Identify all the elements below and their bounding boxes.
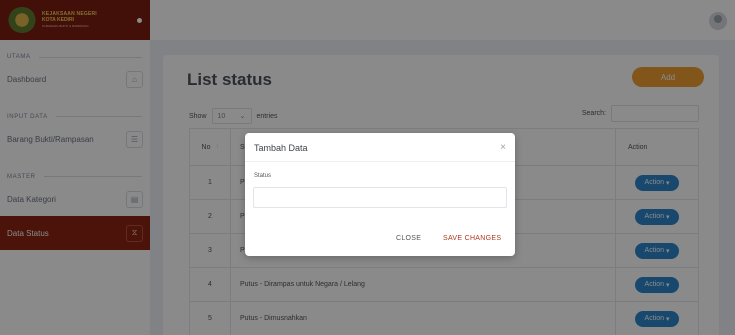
- save-changes-button[interactable]: SAVE CHANGES: [443, 235, 501, 242]
- close-button[interactable]: CLOSE: [396, 235, 421, 242]
- modal-divider: [245, 161, 515, 162]
- close-icon[interactable]: ×: [500, 142, 506, 153]
- status-input[interactable]: [253, 187, 507, 208]
- status-field-label: Status: [254, 173, 272, 179]
- tambah-data-modal: Tambah Data × Status CLOSE SAVE CHANGES: [245, 133, 515, 256]
- modal-title: Tambah Data: [254, 143, 308, 153]
